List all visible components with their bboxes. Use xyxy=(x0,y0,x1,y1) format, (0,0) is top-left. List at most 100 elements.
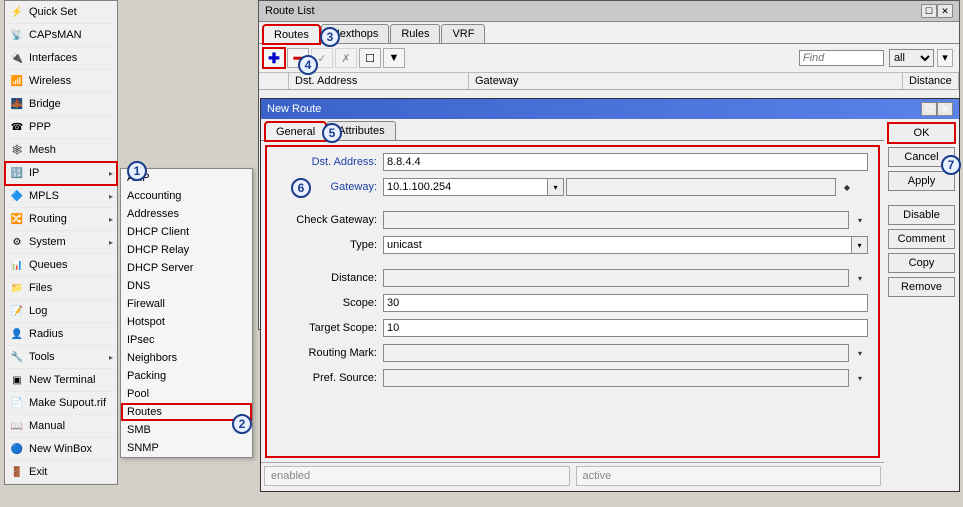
gateway-input[interactable] xyxy=(383,178,548,196)
submenu-accounting[interactable]: Accounting xyxy=(121,187,252,205)
submenu-dhcp-relay[interactable]: DHCP Relay xyxy=(121,241,252,259)
sidebar-item-interfaces[interactable]: 🔌Interfaces xyxy=(5,47,117,70)
type-dropdown-button[interactable]: ▾ xyxy=(852,236,868,254)
route-list-titlebar[interactable]: Route List ☐ ✕ xyxy=(259,1,959,22)
sidebar-item-supout[interactable]: 📄Make Supout.rif xyxy=(5,392,117,415)
sidebar-item-queues[interactable]: 📊Queues xyxy=(5,254,117,277)
sidebar-item-capsman[interactable]: 📡CAPsMAN xyxy=(5,24,117,47)
step-badge-5: 5 xyxy=(322,123,342,143)
submenu-pool[interactable]: Pool xyxy=(121,385,252,403)
scope-input[interactable] xyxy=(383,294,868,312)
dst-address-label: Dst. Address: xyxy=(277,156,377,168)
add-button[interactable]: ✚ xyxy=(263,48,285,68)
dst-address-input[interactable] xyxy=(383,153,868,171)
submenu-packing[interactable]: Packing xyxy=(121,367,252,385)
submenu-dns[interactable]: DNS xyxy=(121,277,252,295)
route-list-tabs: Routes Nexthops Rules VRF xyxy=(259,22,959,44)
apply-button[interactable]: Apply xyxy=(888,171,955,191)
ip-icon: 🔢 xyxy=(9,165,25,181)
sidebar-item-ip[interactable]: 🔢IP▸ xyxy=(5,162,117,185)
copy-button[interactable]: Copy xyxy=(888,253,955,273)
check-gateway-label: Check Gateway: xyxy=(277,214,377,226)
supout-icon: 📄 xyxy=(9,395,25,411)
chevron-right-icon: ▸ xyxy=(109,169,113,178)
exit-icon: 🚪 xyxy=(9,464,25,480)
filter-button[interactable]: ▼ xyxy=(383,48,405,68)
tab-general[interactable]: General xyxy=(265,122,326,141)
routing-mark-expand-icon[interactable]: ▾ xyxy=(852,344,868,362)
new-route-statusbar: enabled active xyxy=(261,462,884,489)
maximize-button[interactable]: ☐ xyxy=(921,102,937,116)
submenu-snmp[interactable]: SNMP xyxy=(121,439,252,457)
target-scope-input[interactable] xyxy=(383,319,868,337)
radius-icon: 👤 xyxy=(9,326,25,342)
pref-source-input[interactable] xyxy=(383,369,849,387)
ok-button[interactable]: OK xyxy=(888,123,955,143)
close-button[interactable]: ✕ xyxy=(937,4,953,18)
sidebar-item-quickset[interactable]: ⚡Quick Set xyxy=(5,1,117,24)
route-list-title: Route List xyxy=(265,5,921,17)
sidebar-item-log[interactable]: 📝Log xyxy=(5,300,117,323)
comment-button[interactable]: Comment xyxy=(888,229,955,249)
submenu-addresses[interactable]: Addresses xyxy=(121,205,252,223)
submenu-dhcp-server[interactable]: DHCP Server xyxy=(121,259,252,277)
submenu-ipsec[interactable]: IPsec xyxy=(121,331,252,349)
sidebar-item-newterminal[interactable]: ▣New Terminal xyxy=(5,369,117,392)
type-input[interactable] xyxy=(383,236,852,254)
filter-dropdown-button[interactable]: ▾ xyxy=(937,49,953,67)
col-distance[interactable]: Distance xyxy=(903,73,959,89)
chevron-right-icon: ▸ xyxy=(109,192,113,201)
tab-rules[interactable]: Rules xyxy=(390,24,440,43)
sidebar-item-files[interactable]: 📁Files xyxy=(5,277,117,300)
sidebar-item-wireless[interactable]: 📶Wireless xyxy=(5,70,117,93)
gateway-dropdown-button[interactable]: ▾ xyxy=(548,178,564,196)
check-gateway-expand-icon[interactable]: ▾ xyxy=(852,211,868,229)
submenu-hotspot[interactable]: Hotspot xyxy=(121,313,252,331)
sidebar-item-newwinbox[interactable]: 🔵New WinBox xyxy=(5,438,117,461)
sidebar-item-ppp[interactable]: ☎PPP xyxy=(5,116,117,139)
submenu-dhcp-client[interactable]: DHCP Client xyxy=(121,223,252,241)
sidebar-item-bridge[interactable]: 🌉Bridge xyxy=(5,93,117,116)
maximize-button[interactable]: ☐ xyxy=(921,4,937,18)
comment-button[interactable]: ☐ xyxy=(359,48,381,68)
col-blank[interactable] xyxy=(259,73,289,89)
sidebar-item-mpls[interactable]: 🔷MPLS▸ xyxy=(5,185,117,208)
disable-button[interactable]: Disable xyxy=(888,205,955,225)
routing-mark-input[interactable] xyxy=(383,344,849,362)
sidebar-item-system[interactable]: ⚙System▸ xyxy=(5,231,117,254)
tab-vrf[interactable]: VRF xyxy=(441,24,485,43)
ip-submenu: ARP Accounting Addresses DHCP Client DHC… xyxy=(120,168,253,458)
col-gateway[interactable]: Gateway xyxy=(469,73,903,89)
check-gateway-input[interactable] xyxy=(383,211,849,229)
status-enabled: enabled xyxy=(264,466,570,486)
distance-label: Distance: xyxy=(277,272,377,284)
tab-routes[interactable]: Routes xyxy=(263,25,320,44)
distance-expand-icon[interactable]: ▾ xyxy=(852,269,868,287)
find-input[interactable] xyxy=(799,50,884,66)
routing-mark-label: Routing Mark: xyxy=(277,347,377,359)
sidebar-item-tools[interactable]: 🔧Tools▸ xyxy=(5,346,117,369)
sidebar-item-mesh[interactable]: 🕸Mesh xyxy=(5,139,117,162)
sidebar-item-manual[interactable]: 📖Manual xyxy=(5,415,117,438)
submenu-firewall[interactable]: Firewall xyxy=(121,295,252,313)
terminal-icon: ▣ xyxy=(9,372,25,388)
pref-source-expand-icon[interactable]: ▾ xyxy=(852,369,868,387)
close-button[interactable]: ✕ xyxy=(937,102,953,116)
files-icon: 📁 xyxy=(9,280,25,296)
quickset-icon: ⚡ xyxy=(9,4,25,20)
scope-label: Scope: xyxy=(277,297,377,309)
disable-button[interactable]: ✗ xyxy=(335,48,357,68)
sidebar-item-exit[interactable]: 🚪Exit xyxy=(5,461,117,484)
new-route-titlebar[interactable]: New Route ☐ ✕ xyxy=(261,99,959,119)
col-dst-address[interactable]: Dst. Address xyxy=(289,73,469,89)
submenu-neighbors[interactable]: Neighbors xyxy=(121,349,252,367)
sidebar-item-radius[interactable]: 👤Radius xyxy=(5,323,117,346)
sidebar-item-routing[interactable]: 🔀Routing▸ xyxy=(5,208,117,231)
filter-select[interactable]: all xyxy=(889,49,934,67)
new-route-dialog: New Route ☐ ✕ General Attributes Dst. Ad… xyxy=(260,98,960,492)
add-gateway-icon[interactable]: ◆ xyxy=(839,178,855,196)
chevron-right-icon: ▸ xyxy=(109,238,113,247)
ppp-icon: ☎ xyxy=(9,119,25,135)
remove-button[interactable]: Remove xyxy=(888,277,955,297)
distance-input[interactable] xyxy=(383,269,849,287)
